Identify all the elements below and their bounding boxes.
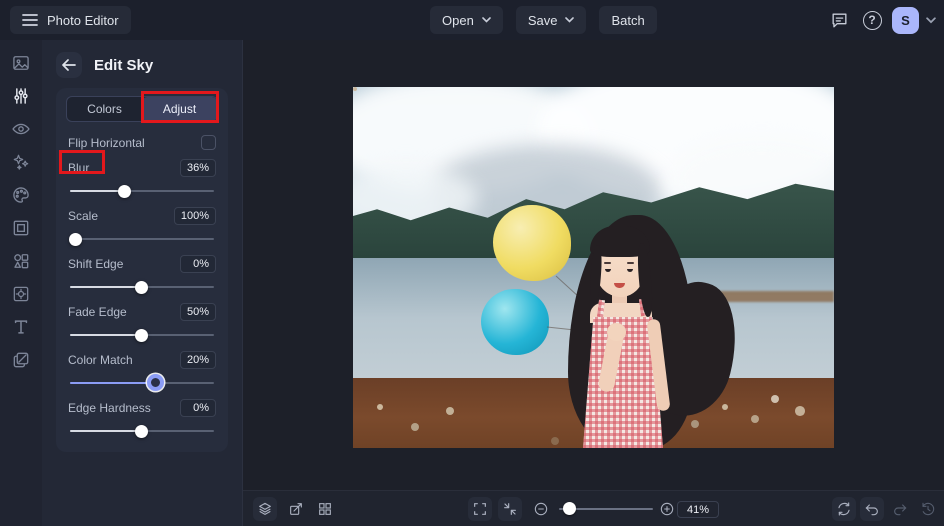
fit-screen-icon[interactable] bbox=[498, 497, 522, 521]
slider-label: Fade Edge bbox=[68, 305, 127, 319]
slider-row-scale: Scale 100% bbox=[66, 207, 218, 246]
back-button[interactable] bbox=[56, 52, 82, 78]
topbar-right-group: ? S bbox=[826, 0, 936, 40]
girl-brow bbox=[604, 262, 611, 264]
zoom-out-icon[interactable] bbox=[529, 497, 553, 521]
history-icon[interactable] bbox=[916, 497, 940, 521]
zoom-slider[interactable] bbox=[559, 502, 653, 516]
slider-track[interactable] bbox=[68, 232, 214, 246]
grid-icon[interactable] bbox=[313, 497, 337, 521]
adjust-card: Colors Adjust Flip Horizontal Blur 36% S… bbox=[56, 88, 228, 452]
hamburger-icon bbox=[22, 14, 38, 26]
avatar[interactable]: S bbox=[892, 6, 919, 34]
slider-track[interactable] bbox=[70, 280, 214, 294]
zoom-slider-thumb[interactable] bbox=[563, 502, 577, 515]
slider-label: Shift Edge bbox=[68, 257, 124, 271]
chevron-down-icon[interactable] bbox=[926, 11, 936, 29]
adjust-sliders-icon[interactable] bbox=[11, 86, 31, 106]
bottom-bar: 41% bbox=[243, 490, 944, 526]
refresh-icon[interactable] bbox=[832, 497, 856, 521]
app-title: Photo Editor bbox=[47, 12, 119, 28]
comments-icon[interactable] bbox=[826, 7, 852, 33]
slider-value-box[interactable]: 0% bbox=[180, 255, 216, 273]
batch-button[interactable]: Batch bbox=[599, 6, 657, 34]
slider-row-blur: Blur 36% bbox=[66, 159, 218, 198]
slider-label: Blur bbox=[68, 161, 90, 175]
tab-adjust[interactable]: Adjust bbox=[142, 97, 217, 121]
slider-track[interactable] bbox=[70, 184, 214, 198]
image-icon[interactable] bbox=[11, 53, 31, 73]
slider-thumb[interactable] bbox=[135, 281, 148, 294]
main-area: Edit Sky Colors Adjust Flip Horizontal B… bbox=[0, 40, 944, 526]
slider-track[interactable] bbox=[70, 374, 214, 391]
tab-colors[interactable]: Colors bbox=[67, 97, 142, 121]
slider-label: Color Match bbox=[68, 353, 133, 367]
slider-value-box[interactable]: 36% bbox=[179, 159, 216, 177]
chevron-down-icon bbox=[565, 17, 575, 23]
layers-copy-icon[interactable] bbox=[11, 350, 31, 370]
text-icon[interactable] bbox=[11, 317, 31, 337]
slider-label: Scale bbox=[68, 209, 99, 223]
flip-horizontal-label: Flip Horizontal bbox=[68, 135, 145, 150]
edit-sky-panel: Edit Sky Colors Adjust Flip Horizontal B… bbox=[42, 40, 242, 526]
flip-horizontal-checkbox[interactable] bbox=[201, 135, 216, 150]
slider-row-shift-edge: Shift Edge 0% bbox=[66, 255, 218, 294]
zoom-level-box[interactable]: 41% bbox=[677, 501, 719, 518]
slider-value-box[interactable]: 100% bbox=[173, 207, 216, 225]
help-icon[interactable]: ? bbox=[859, 7, 885, 33]
panel-title: Edit Sky bbox=[94, 56, 154, 74]
top-bar: Photo Editor Open Save Batch ? S bbox=[0, 0, 944, 40]
canvas-area: 41% bbox=[242, 40, 944, 526]
effects-sparkles-icon[interactable] bbox=[11, 152, 31, 172]
chevron-down-icon bbox=[482, 17, 491, 23]
slider-track[interactable] bbox=[70, 424, 214, 438]
slider-track[interactable] bbox=[70, 328, 214, 342]
slider-value-box[interactable]: 20% bbox=[179, 351, 216, 369]
slider-thumb[interactable] bbox=[68, 233, 82, 246]
file-actions: Open Save Batch bbox=[430, 6, 657, 34]
photo-editor-app: Photo Editor Open Save Batch ? S Edit Sk… bbox=[0, 0, 944, 526]
slider-value-box[interactable]: 50% bbox=[179, 303, 216, 321]
slider-thumb[interactable] bbox=[147, 374, 165, 391]
slider-thumb[interactable] bbox=[135, 329, 148, 342]
fullscreen-icon[interactable] bbox=[468, 497, 492, 521]
slider-label: Edge Hardness bbox=[68, 401, 151, 415]
slider-value-box[interactable]: 0% bbox=[180, 399, 216, 417]
eye-icon[interactable] bbox=[11, 119, 31, 139]
panel-tabs: Colors Adjust bbox=[66, 96, 218, 122]
transform-icon[interactable] bbox=[284, 497, 308, 521]
save-button[interactable]: Save bbox=[515, 6, 587, 34]
panel-header: Edit Sky bbox=[42, 40, 242, 88]
open-button[interactable]: Open bbox=[430, 6, 503, 34]
slider-row-edge-hardness: Edge Hardness 0% bbox=[66, 399, 218, 438]
slider-row-fade-edge: Fade Edge 50% bbox=[66, 303, 218, 342]
tool-rail bbox=[0, 40, 42, 526]
frame-icon[interactable] bbox=[11, 218, 31, 238]
slider-thumb[interactable] bbox=[117, 185, 131, 198]
girl-hand-holding-strings bbox=[607, 323, 626, 341]
slider-row-color-match: Color Match 20% bbox=[66, 351, 218, 391]
palette-icon[interactable] bbox=[11, 185, 31, 205]
overlay-icon[interactable] bbox=[11, 284, 31, 304]
shapes-icon[interactable] bbox=[11, 251, 31, 271]
flip-horizontal-row: Flip Horizontal bbox=[68, 135, 216, 150]
undo-icon[interactable] bbox=[860, 497, 884, 521]
layers-icon[interactable] bbox=[253, 497, 277, 521]
main-menu-button[interactable]: Photo Editor bbox=[10, 6, 131, 34]
slider-thumb[interactable] bbox=[135, 425, 148, 438]
girl-brow bbox=[627, 262, 634, 264]
photo-canvas[interactable] bbox=[353, 87, 834, 448]
redo-icon[interactable] bbox=[888, 497, 912, 521]
zoom-in-icon[interactable] bbox=[655, 497, 679, 521]
